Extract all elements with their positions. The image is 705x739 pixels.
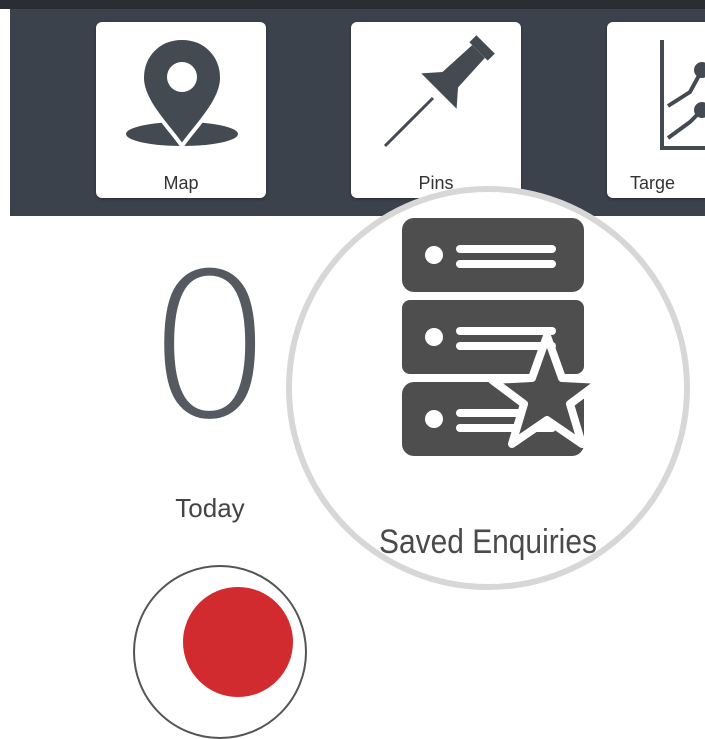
map-label: Map xyxy=(163,173,199,193)
status-dial[interactable] xyxy=(133,565,307,739)
line-chart-icon xyxy=(660,40,705,150)
saved-enquiries-label: Saved Enquiries xyxy=(379,523,597,561)
map-button[interactable]: Map xyxy=(96,22,266,198)
map-pin-icon xyxy=(126,35,238,150)
targets-label: Targe xyxy=(630,173,676,193)
status-bar xyxy=(0,0,705,9)
pins-button[interactable]: Pins xyxy=(351,22,521,198)
magnified-saved-enquiries-button[interactable]: Saved Enquiries xyxy=(286,186,690,590)
today-label: Today xyxy=(175,493,245,523)
today-count: 0 xyxy=(146,231,274,464)
saved-enquiries-icon xyxy=(402,218,602,456)
targets-button[interactable]: Targe xyxy=(607,22,705,198)
red-indicator xyxy=(183,587,293,697)
pushpin-icon xyxy=(383,35,495,148)
